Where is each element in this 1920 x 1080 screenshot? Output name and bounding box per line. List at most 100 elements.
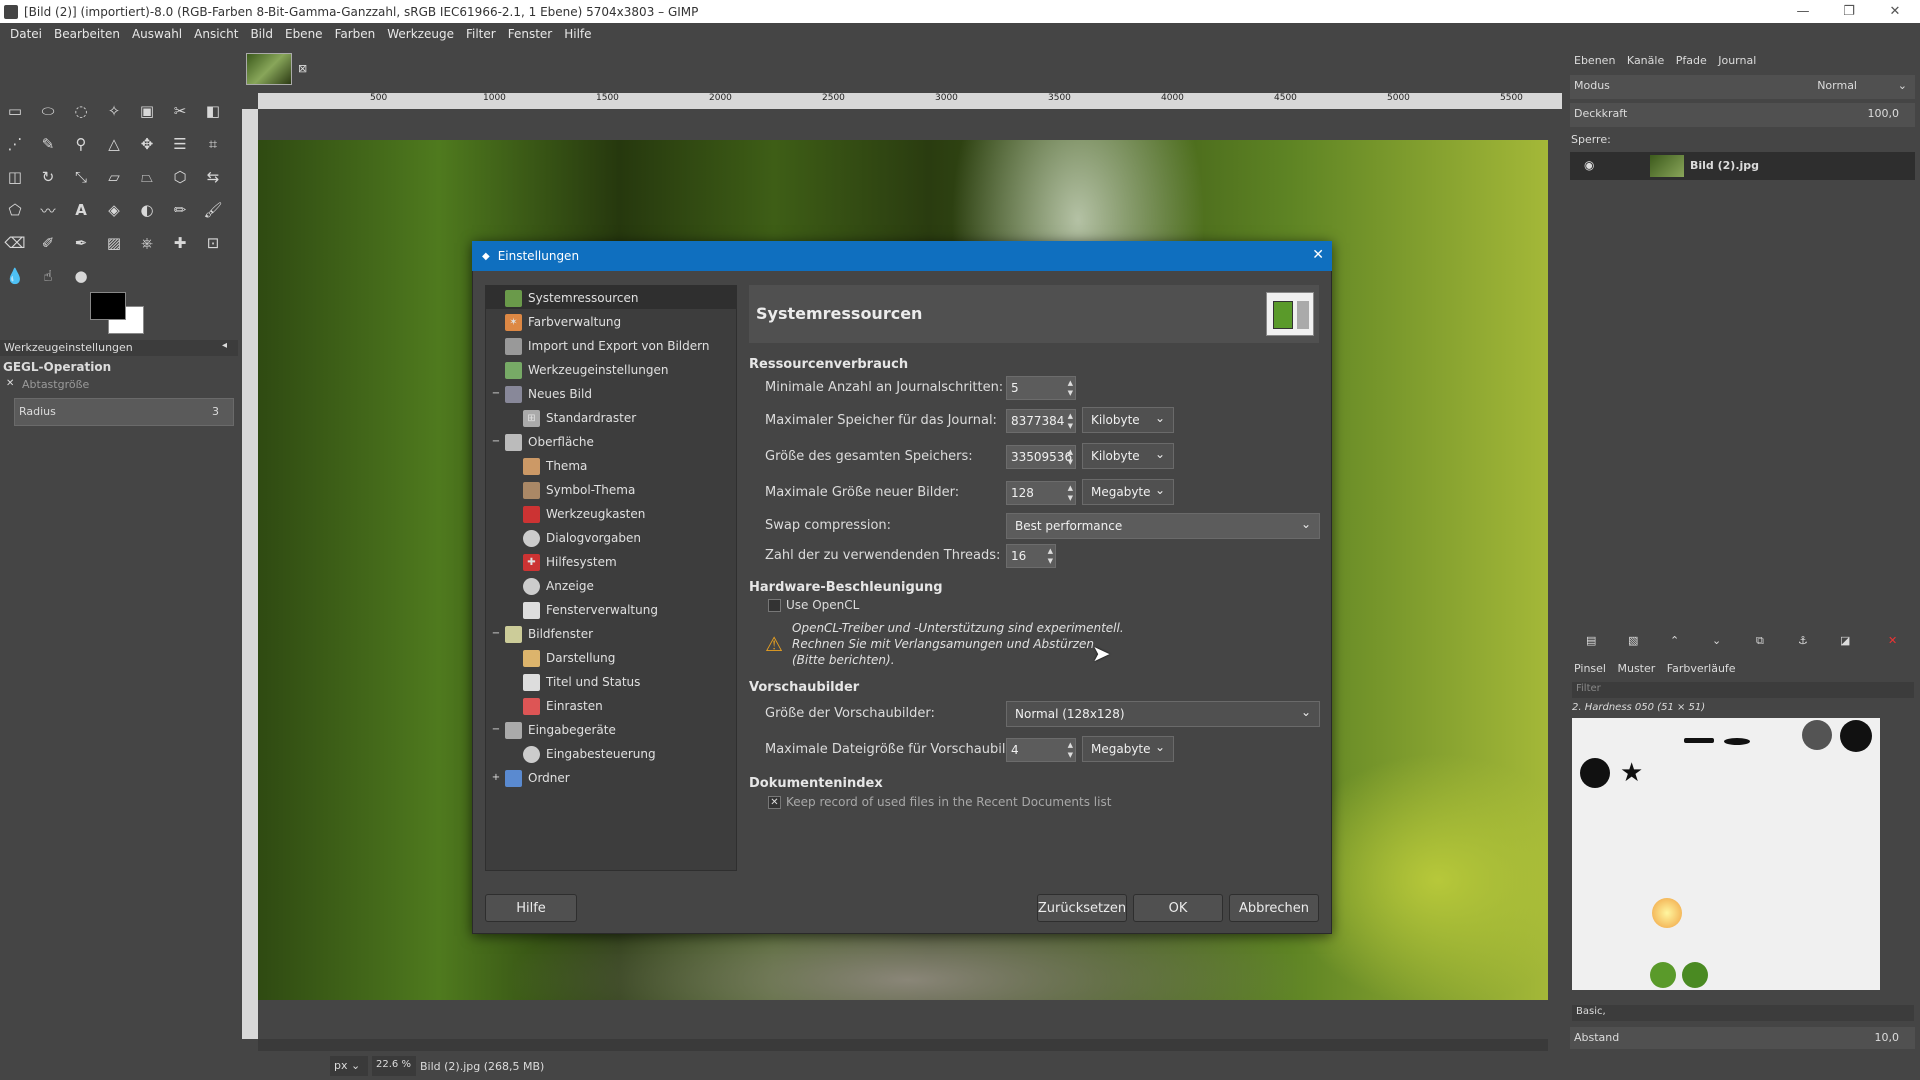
dialog-close-icon[interactable]: ✕ xyxy=(1312,247,1324,263)
tile-cache-spinner[interactable]: 33509536 ▲ ▼ xyxy=(1006,445,1076,469)
tree-item-standardraster[interactable]: ⊞ Standardraster xyxy=(523,407,636,429)
thumbnail-size-combo[interactable]: Normal (128x128) ⌄ xyxy=(1006,701,1320,727)
tab-pinsel[interactable]: Pinsel xyxy=(1570,660,1610,677)
airbrush-icon[interactable]: ✐ xyxy=(35,230,61,256)
flip-icon[interactable]: ⇆ xyxy=(200,164,226,190)
tab-menu-icon[interactable]: ◂ xyxy=(222,340,227,351)
tab-kanaele[interactable]: Kanäle xyxy=(1623,52,1668,69)
close-window-button[interactable]: ✕ xyxy=(1872,0,1918,23)
dodge-burn-icon[interactable]: ● xyxy=(68,263,94,289)
tab-pfade[interactable]: Pfade xyxy=(1672,52,1711,69)
tab-journal[interactable]: Journal xyxy=(1714,52,1760,69)
brush-item[interactable] xyxy=(1682,962,1708,988)
scale-icon[interactable]: ⤡ xyxy=(68,164,94,190)
move-icon[interactable]: ✥ xyxy=(134,131,160,157)
reset-button[interactable]: Zurücksetzen xyxy=(1037,894,1127,922)
paintbrush-icon[interactable]: 🖌 xyxy=(200,197,226,223)
perspective-icon[interactable]: ⏢ xyxy=(134,164,160,190)
cancel-button[interactable]: Abbrechen xyxy=(1229,894,1319,922)
perspective-clone-icon[interactable]: ⊡ xyxy=(200,230,226,256)
expand-icon[interactable]: + xyxy=(491,773,501,783)
horizontal-scrollbar[interactable] xyxy=(258,1039,1548,1051)
tree-item-neues-bild[interactable]: − Neues Bild xyxy=(492,383,592,405)
brush-item[interactable] xyxy=(1580,758,1610,788)
tree-item-titel-status[interactable]: Titel und Status xyxy=(523,671,640,693)
minimize-button[interactable]: — xyxy=(1780,0,1826,23)
tree-item-anzeige[interactable]: Anzeige xyxy=(523,575,594,597)
new-group-icon[interactable]: ▧ xyxy=(1628,634,1638,647)
undo-levels-spinner[interactable]: 5 ▲ ▼ xyxy=(1006,376,1076,400)
collapse-icon[interactable]: − xyxy=(491,389,501,399)
threads-spinner[interactable]: 16 ▲ ▼ xyxy=(1006,544,1056,568)
heal-icon[interactable]: ✚ xyxy=(167,230,193,256)
menu-ebene[interactable]: Ebene xyxy=(279,27,329,41)
align-icon[interactable]: ☰ xyxy=(167,131,193,157)
mask-icon[interactable]: ◪ xyxy=(1840,634,1850,647)
brush-item[interactable] xyxy=(1840,720,1872,752)
tree-item-darstellung[interactable]: Darstellung xyxy=(523,647,615,669)
spinner-arrows-icon[interactable]: ▲ ▼ xyxy=(1068,483,1073,503)
brush-item[interactable]: ★ xyxy=(1620,760,1646,786)
help-button[interactable]: Hilfe xyxy=(485,894,577,922)
brush-filter-input[interactable]: Filter xyxy=(1572,682,1914,698)
ellipse-select-icon[interactable]: ⬭ xyxy=(35,98,61,124)
clone-icon[interactable]: ⎈ xyxy=(134,230,160,256)
duplicate-layer-icon[interactable]: ⧉ xyxy=(1756,634,1764,648)
max-new-image-unit-select[interactable]: Megabyte ⌄ xyxy=(1082,479,1174,505)
radius-spinner[interactable]: Radius 3 xyxy=(14,398,234,426)
paths-icon[interactable]: ⋰ xyxy=(2,131,28,157)
spacing-spinner[interactable]: Abstand 10,0 xyxy=(1570,1027,1915,1049)
vertical-ruler[interactable] xyxy=(242,109,258,1039)
foreground-color-swatch[interactable] xyxy=(90,292,126,320)
menu-ansicht[interactable]: Ansicht xyxy=(188,27,244,41)
tree-item-eingabesteuerung[interactable]: Eingabesteuerung xyxy=(523,743,656,765)
tab-ebenen[interactable]: Ebenen xyxy=(1570,52,1619,69)
shear-icon[interactable]: ▱ xyxy=(101,164,127,190)
undo-memory-unit-select[interactable]: Kilobyte ⌄ xyxy=(1082,407,1174,433)
layer-row[interactable]: ◉ Bild (2).jpg xyxy=(1570,152,1915,180)
tool-options-tab[interactable]: Werkzeugeinstellungen xyxy=(0,340,238,356)
tree-item-symbol-thema[interactable]: Symbol-Thema xyxy=(523,479,635,501)
mypaint-brush-icon[interactable]: ▨ xyxy=(101,230,127,256)
crop-icon[interactable]: ⌗ xyxy=(200,131,226,157)
3d-transform-icon[interactable]: ⬡ xyxy=(167,164,193,190)
collapse-icon[interactable]: − xyxy=(491,437,501,447)
tab-muster[interactable]: Muster xyxy=(1613,660,1659,677)
image-tab-thumbnail[interactable] xyxy=(246,53,292,85)
anchor-layer-icon[interactable]: ⚓ xyxy=(1798,634,1808,647)
horizontal-ruler[interactable]: 500 1000 1500 2000 2500 3000 3500 4000 4… xyxy=(258,93,1562,109)
rotate-icon[interactable]: ↻ xyxy=(35,164,61,190)
tree-item-einrasten[interactable]: Einrasten xyxy=(523,695,603,717)
layer-mode-row[interactable]: Modus Normal ⌄ xyxy=(1570,75,1915,99)
zoom-select[interactable]: 22.6 % xyxy=(372,1056,416,1076)
new-layer-icon[interactable]: ▤ xyxy=(1586,634,1596,647)
recent-documents-checkbox[interactable]: ✕ xyxy=(768,796,781,809)
undo-memory-spinner[interactable]: 8377384 ▲ ▼ xyxy=(1006,409,1076,433)
tab-farbverlaeufe[interactable]: Farbverläufe xyxy=(1663,660,1740,677)
measure-icon[interactable]: △ xyxy=(101,131,127,157)
tree-item-oberflaeche[interactable]: − Oberfläche xyxy=(492,431,594,453)
raise-layer-icon[interactable]: ⌃ xyxy=(1670,634,1679,647)
menu-datei[interactable]: Datei xyxy=(4,27,48,41)
tree-item-hilfesystem[interactable]: ✚ Hilfesystem xyxy=(523,551,617,573)
scissors-icon[interactable]: ✂ xyxy=(167,98,193,124)
tree-item-dialogvorgaben[interactable]: Dialogvorgaben xyxy=(523,527,641,549)
spinner-arrows-icon[interactable]: ▲ ▼ xyxy=(1068,447,1073,467)
brush-item[interactable] xyxy=(1724,738,1750,745)
collapse-icon[interactable]: − xyxy=(491,629,501,639)
tree-item-bildfenster[interactable]: − Bildfenster xyxy=(492,623,593,645)
tree-item-import-export[interactable]: Import und Export von Bildern xyxy=(505,335,709,357)
opacity-spinner[interactable]: Deckkraft 100,0 xyxy=(1570,103,1915,127)
tree-item-fensterverwaltung[interactable]: Fensterverwaltung xyxy=(523,599,658,621)
menu-bearbeiten[interactable]: Bearbeiten xyxy=(48,27,126,41)
unit-select[interactable]: px ⌄ xyxy=(330,1056,368,1076)
foreground-select-icon[interactable]: ◧ xyxy=(200,98,226,124)
tree-item-werkzeugeinstellungen[interactable]: Werkzeugeinstellungen xyxy=(505,359,668,381)
unified-transform-icon[interactable]: ◫ xyxy=(2,164,28,190)
spinner-arrows-icon[interactable]: ▲ ▼ xyxy=(1068,740,1073,760)
maximize-button[interactable]: ❐ xyxy=(1826,0,1872,23)
thumbnail-filesize-spinner[interactable]: 4 ▲ ▼ xyxy=(1006,738,1076,762)
fuzzy-select-icon[interactable]: ✧ xyxy=(101,98,127,124)
tree-item-farbverwaltung[interactable]: ✶ Farbverwaltung xyxy=(505,311,621,333)
smudge-icon[interactable]: ☝ xyxy=(35,263,61,289)
